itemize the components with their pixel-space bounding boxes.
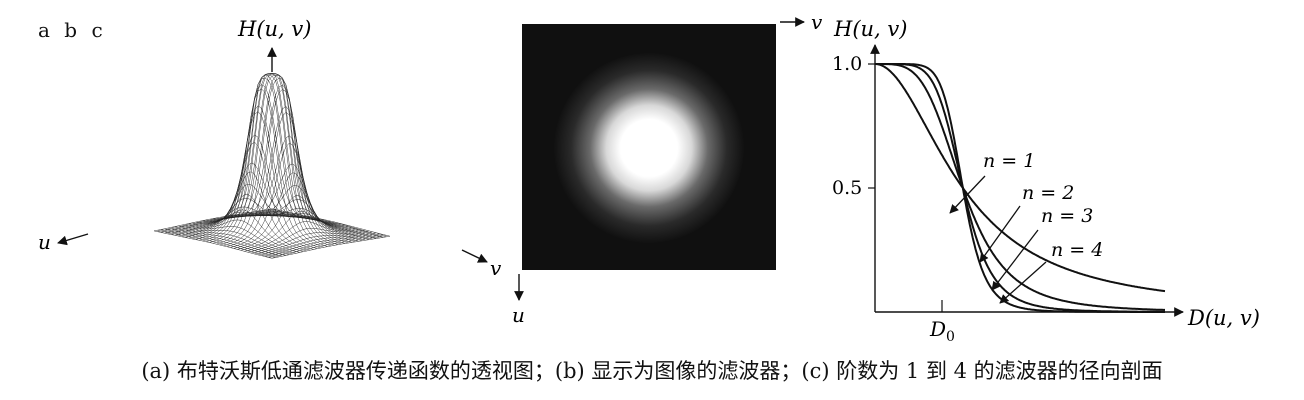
v-axis-arrow	[461, 249, 488, 263]
butterworth-curves	[875, 63, 1166, 313]
y-tick-label-1: 1.0	[832, 53, 862, 75]
u-axis-arrow	[57, 233, 89, 246]
panel-labels: a b c	[38, 18, 107, 42]
x-tick-label-d0: D0	[929, 317, 955, 345]
curve-order-3	[875, 63, 1165, 313]
mesh-line-u	[167, 227, 286, 256]
series-label-n4: n = 4	[1051, 239, 1103, 261]
series-label-n3: n = 3	[1041, 205, 1093, 227]
figure-caption: (a) 布特沃斯低通滤波器传递函数的透视图；(b) 显示为图像的滤波器；(c) …	[141, 359, 1163, 383]
figure-canvas: H(u, v) u v v u 1.0 0.5 H(u, v) D(u, v) …	[38, 10, 1260, 345]
curve-order-2	[875, 63, 1165, 311]
series-pointer-n4	[999, 261, 1047, 304]
curve-order-1	[875, 63, 1166, 293]
series-pointer-n2	[979, 205, 1021, 263]
v-axis-label: v	[490, 256, 502, 280]
mesh-line-v	[237, 195, 356, 250]
mesh-line-u	[202, 88, 321, 249]
mesh-line-v	[216, 74, 335, 245]
butterworth-surface-mesh	[153, 72, 391, 259]
series-pointer-n3	[991, 229, 1039, 291]
mesh-line-u	[271, 208, 391, 237]
panel-c-radial-profile-chart: 1.0 0.5 H(u, v) D(u, v) D0 n = 1n = 2n =…	[832, 17, 1260, 345]
z-axis-label: H(u, v)	[237, 17, 311, 41]
image-v-axis-label: v	[811, 10, 823, 34]
y-axis-label: H(u, v)	[833, 17, 907, 41]
image-u-axis-label: u	[512, 303, 525, 327]
mesh-line-u	[205, 77, 325, 248]
series-label-n2: n = 2	[1022, 182, 1074, 204]
series-label-n1: n = 1	[983, 150, 1035, 172]
filter-image-glow	[554, 53, 744, 243]
mesh-line-v	[181, 206, 300, 238]
panel-a-mesh-plot: H(u, v) u v	[38, 17, 502, 280]
mesh-line-v	[261, 233, 380, 256]
curve-order-4	[875, 63, 1165, 313]
x-axis-label: D(u, v)	[1187, 306, 1260, 330]
y-tick-label-05: 0.5	[832, 177, 862, 199]
mesh-line-u	[233, 163, 352, 243]
u-axis-label: u	[38, 230, 51, 254]
panel-b-filter-image: v u	[512, 10, 823, 327]
mesh-line-v	[247, 227, 366, 253]
mesh-line-u	[164, 228, 283, 257]
